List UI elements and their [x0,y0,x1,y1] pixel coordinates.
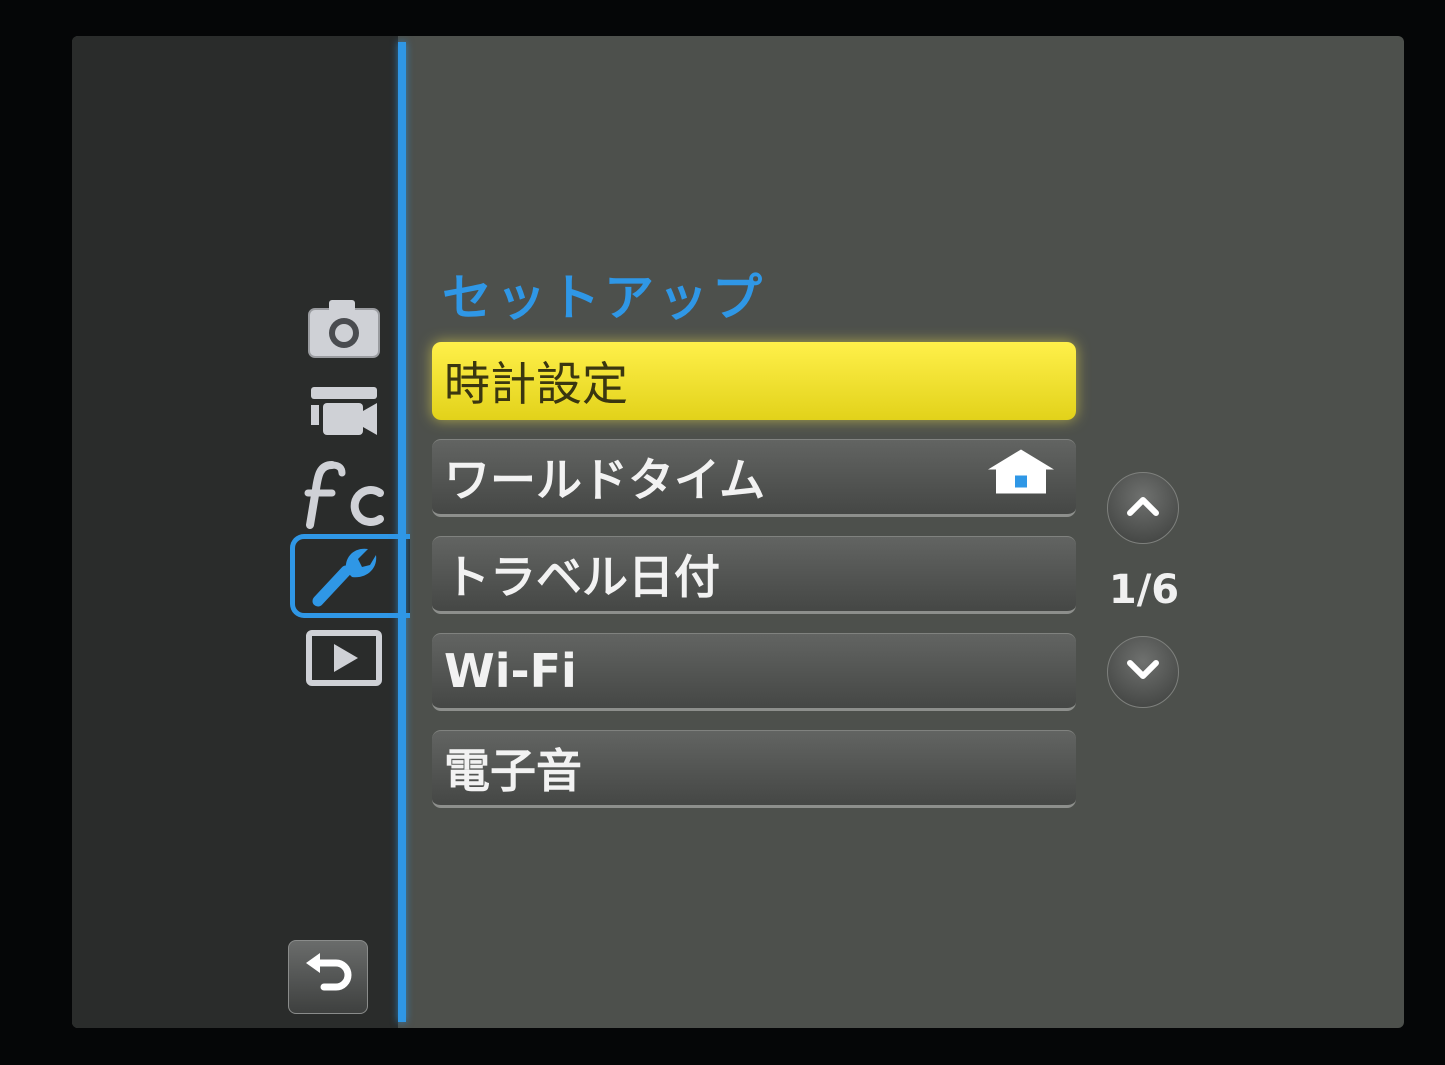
menu-item-travel-date[interactable]: トラベル日付 [432,536,1076,614]
category-setup[interactable] [290,534,410,618]
category-camera[interactable] [302,290,386,366]
chevron-up-icon [1126,495,1160,521]
menu-list: 時計設定 ワールドタイム トラベル日付 Wi-Fi 電子音 [432,342,1076,827]
menu-item-label: 時計設定 [444,357,628,411]
custom-fc-icon [302,459,386,529]
menu-item-label: 電子音 [444,744,582,798]
camera-screen: セットアップ 時計設定 ワールドタイム トラベル日付 Wi-Fi 電子音 1/6 [72,36,1404,1028]
menu-item-label: トラベル日付 [444,550,720,604]
menu-item-clock-setting[interactable]: 時計設定 [432,342,1076,420]
category-sidebar [72,36,410,1028]
category-custom[interactable] [302,456,386,532]
menu-item-world-time[interactable]: ワールドタイム [432,439,1076,517]
category-playback[interactable] [302,620,386,696]
menu-item-label: Wi-Fi [444,644,577,698]
page-number: 1/6 [1108,567,1180,613]
menu-item-wifi[interactable]: Wi-Fi [432,633,1076,711]
page-up-button[interactable] [1107,472,1179,544]
menu-item-beep[interactable]: 電子音 [432,730,1076,808]
wrench-icon [310,541,380,611]
sidebar-divider [398,42,406,1022]
home-icon [986,448,1056,507]
chevron-down-icon [1126,659,1160,685]
menu-title: セットアップ [442,269,766,327]
camera-icon [307,297,381,359]
page-indicator: 1/6 [1107,472,1181,708]
back-arrow-icon [302,953,354,1001]
menu-item-label: ワールドタイム [444,453,766,507]
page-down-button[interactable] [1107,636,1179,708]
category-movie[interactable] [302,374,386,450]
movie-icon [307,381,381,443]
back-button[interactable] [288,940,368,1014]
playback-icon [306,630,382,686]
